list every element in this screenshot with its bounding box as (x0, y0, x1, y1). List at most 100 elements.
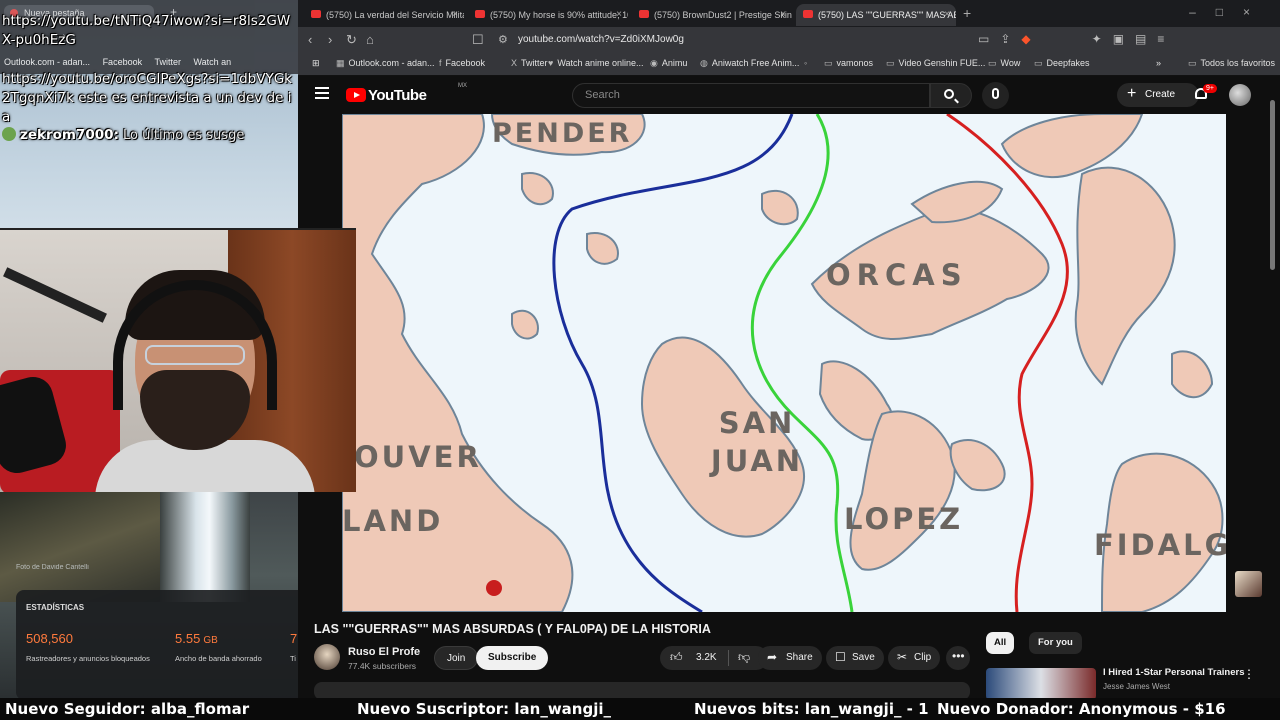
browser-tab-active[interactable]: (5750) LAS ""GUERRAS"" MAS AB × (796, 4, 956, 26)
join-button[interactable]: Join (434, 646, 479, 670)
share-button[interactable]: ➦ Share (758, 646, 822, 670)
search-input[interactable]: Search (572, 83, 930, 108)
share-icon[interactable]: ⇪ (1000, 32, 1010, 46)
webcam-overlay (0, 228, 356, 492)
brave-shield-icon[interactable]: ◆ (1021, 32, 1030, 46)
map-label-fidalgo: FIDALGO (1094, 528, 1226, 562)
channel-avatar[interactable] (314, 644, 340, 670)
recommended-video-thumbnail[interactable] (986, 668, 1096, 700)
ticker-donor: Nuevo Donador: Anonymous - $16 (937, 700, 1226, 718)
more-bookmarks-icon[interactable]: » (1156, 58, 1161, 68)
browser-tab[interactable]: (5750) La verdad del Servicio Militar × (304, 4, 464, 26)
map-label-lopez: LOPEZ (844, 502, 964, 536)
create-button[interactable]: + Create (1117, 83, 1199, 107)
stat-unit: GB (203, 635, 218, 646)
cast-icon[interactable]: ▭ (978, 32, 989, 46)
clip-button[interactable]: ✂ Clip (888, 646, 940, 670)
stat-value: 5.55 (175, 631, 201, 646)
map-island (511, 309, 539, 340)
sidebar-icon[interactable]: ▤ (1135, 32, 1146, 46)
bookmark-item[interactable]: ▦ Outlook.com - adan... (336, 58, 435, 69)
bookmark-item[interactable]: f Facebook (439, 58, 485, 68)
page-scrollbar[interactable] (1269, 76, 1277, 276)
account-avatar[interactable] (1229, 84, 1251, 106)
video-title: LAS ""GUERRAS"" MAS ABSURDAS ( Y FAL0PA)… (314, 622, 711, 636)
bookmark-favicon: ◦ (804, 58, 808, 68)
recommended-video-title[interactable]: I Hired 1-Star Personal Trainers (1103, 667, 1245, 678)
bookmark-item[interactable]: ◦ (804, 58, 811, 68)
bookmark-item[interactable]: ◍ Aniwatch Free Anim... (700, 58, 799, 69)
close-icon[interactable]: × (452, 9, 458, 20)
bookmarks-bar: ⊞ ▦ Outlook.com - adan... f Facebook X Twit… (298, 53, 1280, 76)
like-button[interactable]: 👍︎ 3.2K 👎︎ (660, 646, 768, 670)
bookmark-item[interactable]: X Twitter (511, 58, 548, 68)
youtube-header: YouTube MX Search + Create 9+ (298, 76, 1280, 114)
aniwatch-icon: ◍ (700, 58, 708, 68)
bookmark-folder[interactable]: ▭ vamonos (824, 58, 873, 69)
window-controls[interactable]: –□× (1189, 5, 1270, 19)
new-tab-button[interactable]: + (963, 5, 971, 21)
browser-window: (5750) La verdad del Servicio Militar × (… (298, 0, 1280, 76)
apps-icon[interactable]: ⊞ (312, 58, 320, 69)
browser-tab[interactable]: (5750) My horse is 90% attitude, 10% × (468, 4, 628, 26)
more-actions-button[interactable]: ••• (946, 646, 970, 670)
home-icon[interactable]: ⌂ (366, 32, 374, 47)
map-island (586, 232, 619, 265)
thumbs-up-icon: 👍︎ (670, 650, 683, 664)
save-button[interactable]: ☐ Save (826, 646, 884, 670)
more-icon[interactable]: ⋮ (1243, 667, 1255, 681)
all-bookmarks-folder[interactable]: ▭ Todos los favoritos (1188, 58, 1275, 69)
stats-title: ESTADÍSTICAS (26, 603, 85, 612)
youtube-page: YouTube MX Search + Create 9+ PENDER ORC… (298, 76, 1280, 700)
search-icon (944, 89, 954, 99)
search-button[interactable] (930, 83, 972, 108)
bookmark-item[interactable]: ♥ Watch anime online... (548, 58, 644, 68)
site-settings-icon[interactable]: ⚙ (498, 33, 508, 46)
address-bar: ‹ › ↻ ⌂ ☐ ⚙ youtube.com/watch?v=Zd0iXMJow… (298, 27, 1280, 53)
bookmark-folder[interactable]: ▭ Video Genshin FUE... (886, 58, 985, 69)
bookmark-icon[interactable]: ☐ (472, 32, 484, 48)
bookmark-folder[interactable]: ▭ Wow (988, 58, 1020, 69)
stats-card: ESTADÍSTICAS 508,560 Rastreadores y anun… (16, 590, 298, 700)
close-icon[interactable]: × (780, 9, 786, 20)
recommended-video-channel: Jesse James West (1103, 682, 1170, 691)
close-icon[interactable]: × (616, 9, 622, 20)
map-island (1000, 114, 1144, 179)
reload-icon[interactable]: ↻ (346, 32, 357, 48)
plus-icon: + (1127, 85, 1137, 102)
miniplayer-thumbnail[interactable] (1235, 571, 1262, 597)
menu-icon[interactable]: ≡ (1157, 32, 1164, 46)
video-player[interactable]: PENDER ORCAS SAN JUAN OUVER LAND LOPEZ F… (342, 114, 1226, 612)
chip-for-you[interactable]: For you (1029, 632, 1082, 654)
map-label-pender: PENDER (492, 118, 633, 149)
close-icon[interactable]: × (944, 9, 950, 20)
channel-name[interactable]: Ruso El Profe (348, 646, 420, 658)
share-arrow-icon: ➦ (767, 650, 778, 664)
url-field[interactable]: ⚙ youtube.com/watch?v=Zd0iXMJow0g (490, 30, 1050, 50)
folder-icon: ▭ (886, 58, 895, 68)
chat-message: zekrom7000: Lo último es susge (2, 127, 244, 143)
ticker-bits: Nuevos bits: lan_wangji_ - 1 (694, 700, 929, 718)
background-bookmarks: Outlook.com - adan... Facebook Twitter W… (4, 57, 232, 67)
watch-anime-icon: ♥ (548, 58, 554, 68)
chat-username: zekrom7000: (20, 127, 119, 143)
like-count: 3.2K (696, 652, 717, 663)
subscribe-button[interactable]: Subscribe (476, 646, 549, 670)
folder-icon: ▭ (824, 58, 833, 68)
extension-icon[interactable]: ✦ (1092, 32, 1102, 46)
map-island (1171, 350, 1214, 399)
bookmark-folder[interactable]: ▭ Deepfakes (1034, 58, 1090, 69)
chip-all[interactable]: All (986, 632, 1015, 654)
bookmark-item[interactable]: ◉ Animu (650, 58, 687, 69)
menu-icon[interactable] (315, 87, 329, 99)
forward-icon[interactable]: › (328, 32, 332, 47)
youtube-icon (803, 10, 813, 18)
scrollbar-thumb[interactable] (1270, 100, 1275, 270)
save-icon: ☐ (835, 650, 846, 664)
back-icon[interactable]: ‹ (308, 32, 312, 47)
puzzle-icon[interactable]: ▣ (1113, 32, 1124, 46)
voice-search-button[interactable] (982, 82, 1009, 109)
thumbs-down-icon[interactable]: 👎︎ (738, 650, 750, 665)
browser-tab[interactable]: (5750) BrownDust2 | Prestige Skin - × (632, 4, 792, 26)
map-island (949, 439, 1006, 492)
